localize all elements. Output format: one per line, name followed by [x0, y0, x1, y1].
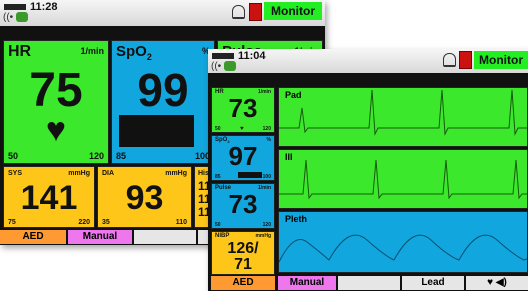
status-bar: 11:04 ((• Monitor	[208, 49, 528, 73]
hr-low-limit: 50	[215, 126, 221, 132]
hr-tile[interactable]: HR 1/min 75 ♥ 50 120	[3, 40, 109, 164]
heart-icon: ♥	[45, 111, 67, 149]
hr-high-limit: 120	[88, 151, 104, 161]
dia-tile[interactable]: DIA mmHg 93 35 110	[97, 166, 192, 228]
sys-high-limit: 220	[78, 219, 90, 226]
spo2-tile[interactable]: SpO2 % 99 85 100	[111, 40, 215, 164]
signal-strength-icon	[4, 4, 26, 10]
power-plug-icon	[224, 61, 236, 71]
dia-high-limit: 110	[175, 219, 187, 226]
pleth-trace	[279, 234, 527, 263]
heart-icon: ♥	[240, 126, 244, 132]
aed-softkey[interactable]: AED	[0, 230, 66, 244]
status-bar: 11:28 ((• Monitor	[0, 0, 325, 26]
front-monitor-screen: 11:04 ((• Monitor HR 1/min 73 50 ♥ 120 S…	[208, 49, 528, 291]
wifi-icon: ((•	[3, 12, 14, 23]
sys-unit: mmHg	[68, 170, 90, 177]
alarm-indicator-icon[interactable]	[249, 3, 262, 21]
spo2-high-limit: 100	[262, 174, 271, 180]
dia-unit: mmHg	[165, 170, 187, 177]
pleth-waveform[interactable]: Pleth	[278, 211, 528, 273]
hr-value: 75	[29, 64, 83, 117]
clock: 11:28	[30, 1, 58, 13]
monitor-mode-button[interactable]: Monitor	[474, 51, 528, 69]
pulse-tile[interactable]: Pulse 1/min 73 50 120	[211, 183, 275, 229]
clock: 11:04	[238, 50, 266, 62]
nibp-label: NIBP	[215, 233, 230, 239]
spo2-low-limit: 85	[215, 174, 221, 180]
signal-quality-bar	[119, 115, 194, 147]
sys-tile[interactable]: SYS mmHg 141 75 220	[3, 166, 95, 228]
hr-value: 73	[228, 93, 258, 123]
spo2-label: SpO2	[116, 43, 152, 62]
aed-softkey[interactable]: AED	[211, 276, 275, 290]
spo2-low-limit: 85	[116, 151, 127, 161]
spo2-value: 99	[137, 64, 189, 116]
pad-ecg-waveform[interactable]: Pad	[278, 87, 528, 147]
sys-low-limit: 75	[8, 219, 16, 226]
hr-label: HR	[8, 43, 32, 60]
lead-iii-ecg-trace	[279, 159, 527, 200]
lead-softkey[interactable]: Lead	[402, 276, 464, 290]
manual-softkey[interactable]: Manual	[278, 276, 336, 290]
dia-low-limit: 35	[102, 219, 110, 226]
nibp-systolic-value: 126/	[227, 240, 259, 257]
wifi-icon: ((•	[211, 61, 222, 72]
bell-icon[interactable]	[232, 5, 245, 19]
hr-tile[interactable]: HR 1/min 73 50 ♥ 120	[211, 87, 275, 133]
signal-strength-icon	[212, 53, 234, 59]
pulse-value: 73	[228, 189, 258, 219]
bell-icon[interactable]	[443, 53, 456, 67]
hr-low-limit: 50	[8, 151, 19, 161]
heart-sound-softkey[interactable]: ♥ ◀)	[466, 276, 528, 290]
hr-high-limit: 120	[262, 126, 271, 132]
dia-label: DIA	[102, 170, 115, 177]
softkey-3[interactable]	[338, 276, 400, 290]
dia-value: 93	[125, 179, 164, 217]
nibp-diastolic-value: 71	[234, 256, 252, 273]
nibp-tile[interactable]: NIBP mmHg 126/ 71	[211, 231, 275, 275]
pulse-high-limit: 120	[262, 222, 271, 228]
nibp-unit: mmHg	[255, 233, 271, 239]
power-plug-icon	[16, 12, 28, 22]
sys-label: SYS	[8, 170, 23, 177]
softkey-3[interactable]	[134, 230, 196, 244]
spo2-value: 97	[228, 141, 258, 171]
spo2-tile[interactable]: SpO2 % 97 85 100	[211, 135, 275, 181]
alarm-indicator-icon[interactable]	[459, 51, 472, 69]
signal-quality-bar	[238, 172, 262, 178]
manual-softkey[interactable]: Manual	[68, 230, 132, 244]
softkey-4[interactable]	[198, 230, 208, 244]
hr-unit: 1/min	[80, 46, 104, 56]
pulse-low-limit: 50	[215, 222, 221, 228]
monitor-mode-button[interactable]: Monitor	[264, 2, 322, 20]
lead-iii-ecg-waveform[interactable]: III	[278, 149, 528, 209]
pad-ecg-trace	[279, 89, 527, 136]
sys-value: 141	[20, 179, 78, 217]
